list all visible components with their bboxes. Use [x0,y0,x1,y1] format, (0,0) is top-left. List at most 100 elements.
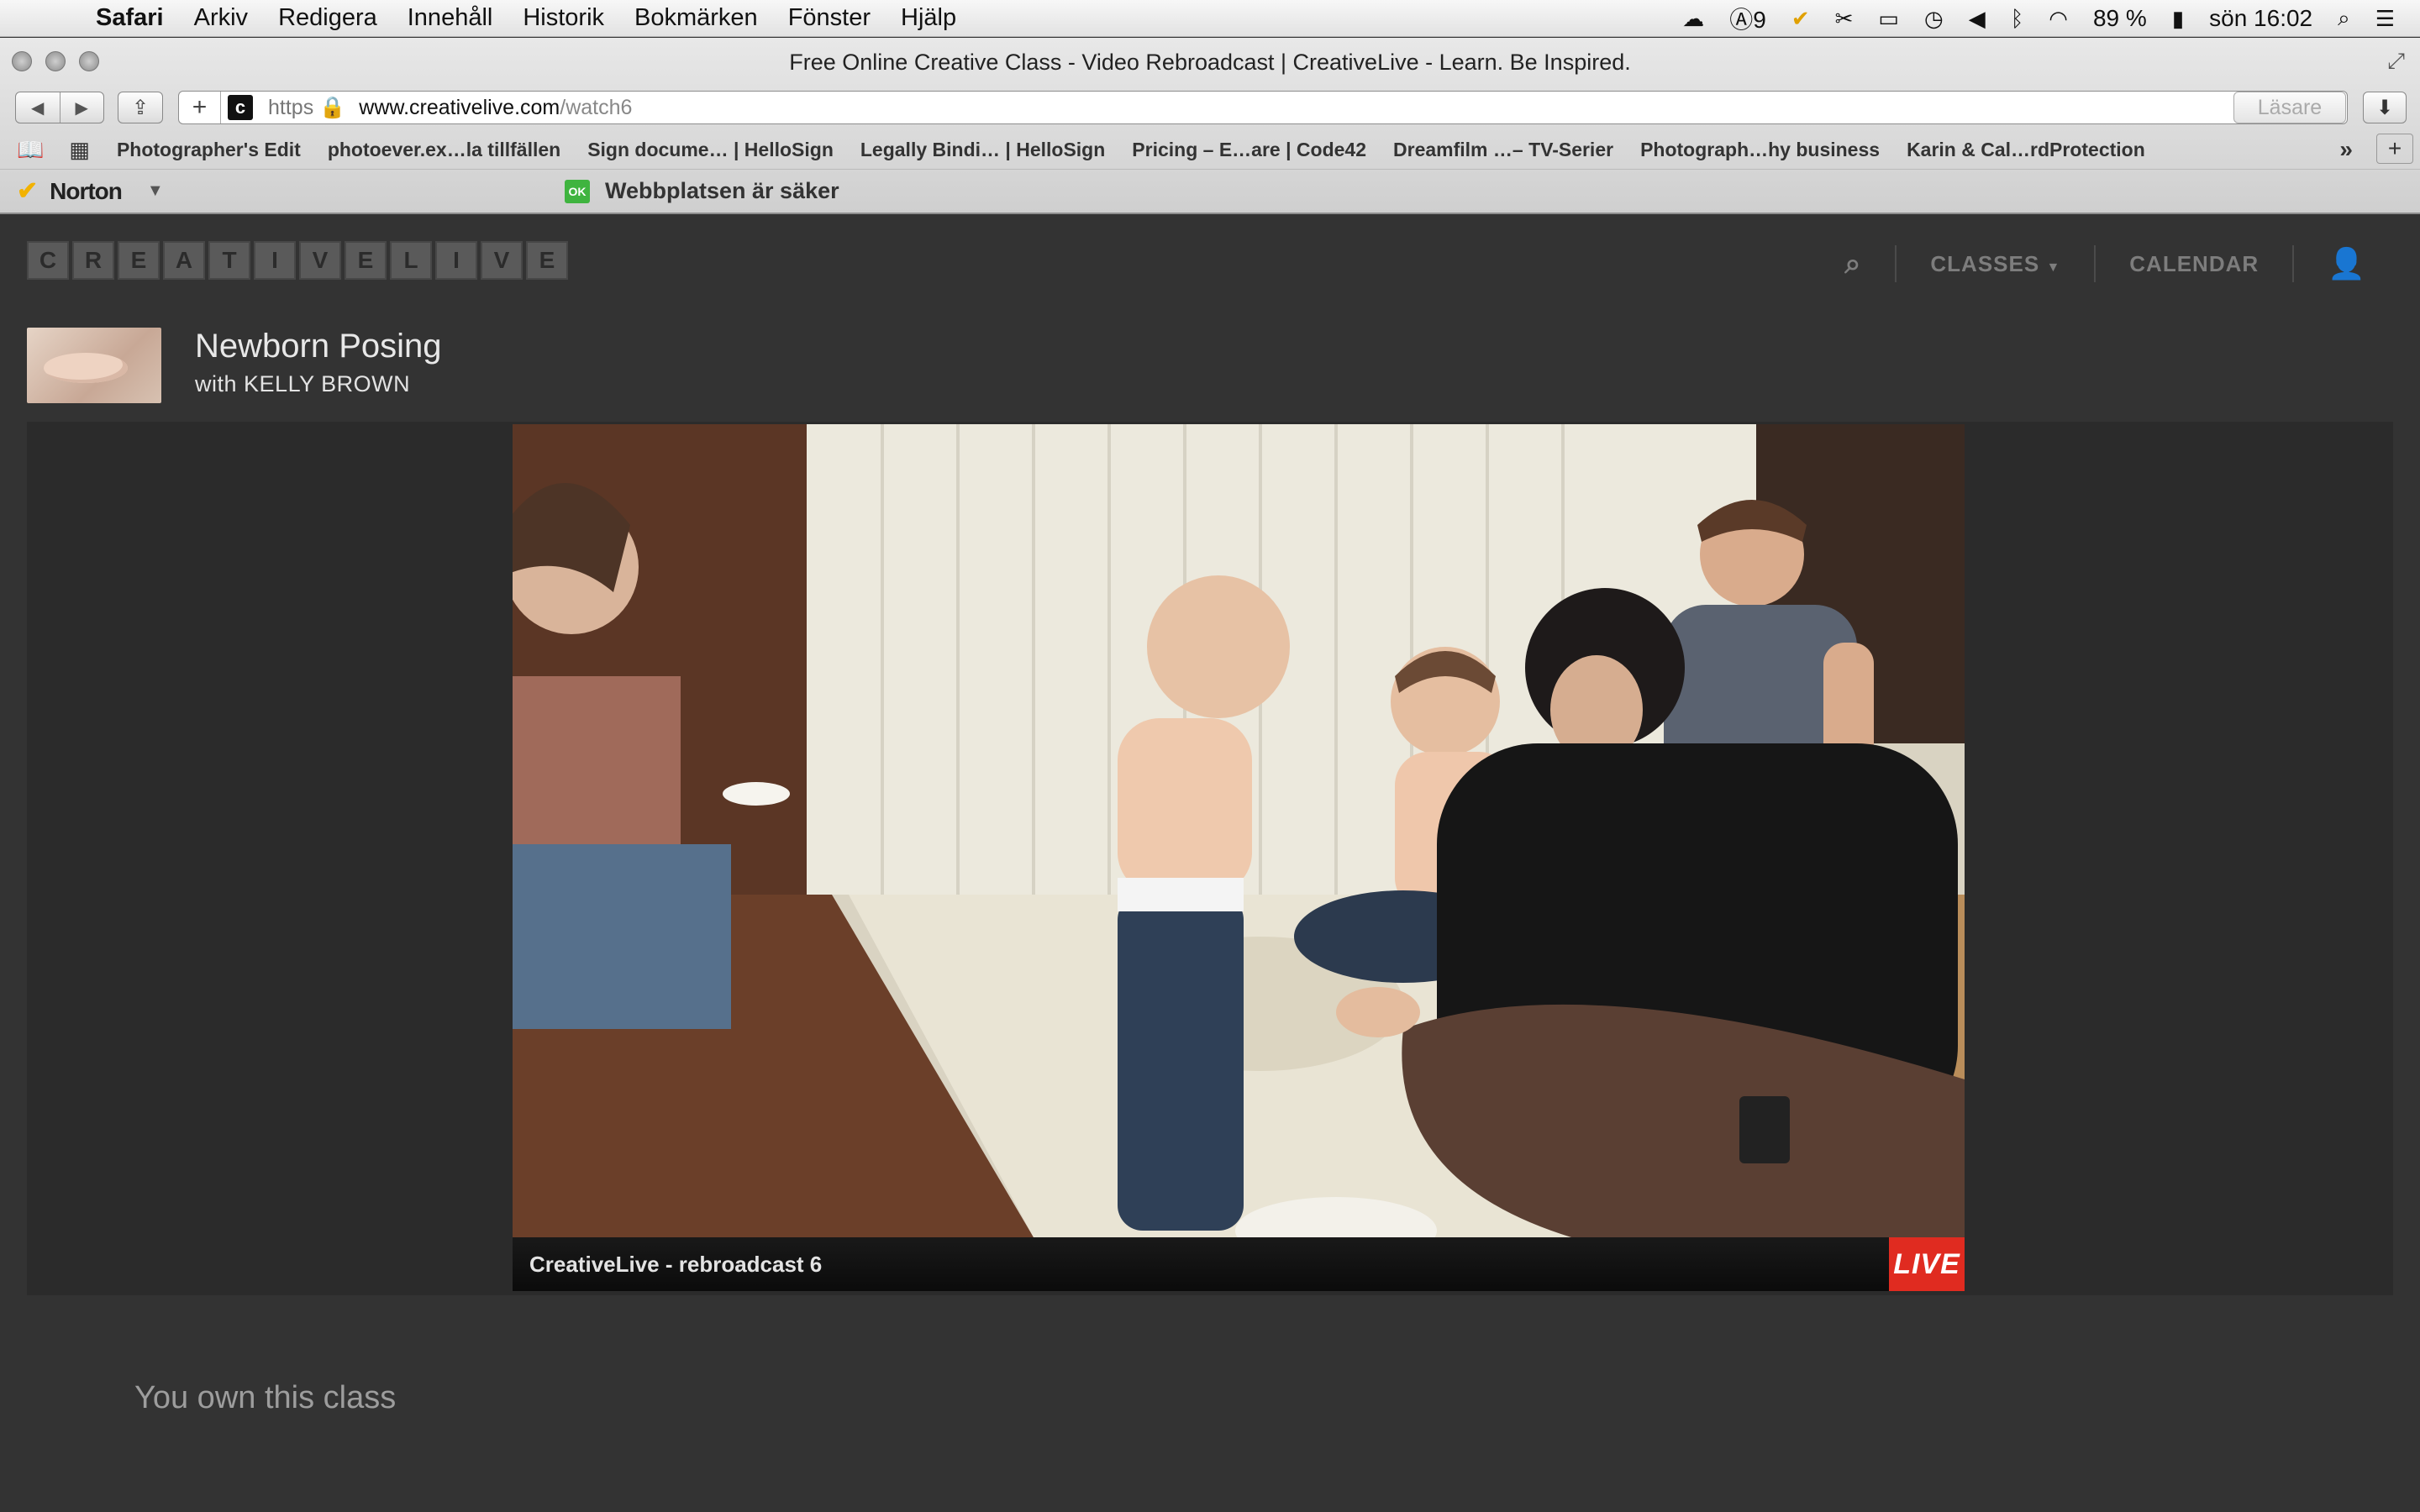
add-bookmark-icon[interactable]: + [179,92,221,123]
new-tab-button[interactable]: + [2376,134,2413,164]
logo-letter: T [208,241,250,280]
class-thumbnail[interactable] [27,328,161,403]
address-bar[interactable]: + c https 🔒 www.creativelive.com/watch6 … [178,91,2348,124]
wifi-icon[interactable]: ◠ [2049,6,2068,32]
class-title[interactable]: Newborn Posing [195,328,442,365]
menubar-status-area: ☁ Ⓐ9 ✔ ✂ ▭ ◷ ◀ ᛒ ◠ 89 % ▮ sön 16:02 ⌕ ☰ [1682,0,2395,37]
menu-app-safari[interactable]: Safari [96,4,164,32]
page-content: C R E A T I V E L I V E ⌕ CLASSES ▼ CALE… [0,216,2420,1512]
url-text[interactable]: www.creativelive.com/watch6 [359,96,632,120]
nav-classes[interactable]: CLASSES ▼ [1930,251,2060,277]
bookmark-item[interactable]: Pricing – E…are | Code42 [1132,139,1366,161]
tool-icon[interactable]: ✂ [1835,6,1854,32]
menu-historik[interactable]: Historik [523,4,604,32]
chevron-down-icon[interactable]: ▼ [147,181,164,201]
norton-menu-icon[interactable]: ✔ [1791,6,1810,32]
display-icon[interactable]: ▭ [1878,6,1899,32]
forward-button[interactable]: ▶ [60,92,104,123]
norton-check-icon: ✔ [17,177,39,205]
time-machine-icon[interactable]: ◷ [1924,6,1944,32]
user-icon[interactable]: 👤 [2328,246,2366,281]
menu-hjalp[interactable]: Hjälp [901,4,956,32]
url-host: www.creativelive.com [359,95,560,119]
battery-icon[interactable]: ▮ [2172,6,2184,32]
reading-list-icon[interactable]: 📖 [17,137,44,163]
downloads-icon[interactable]: ⬇ [2363,92,2407,123]
adobe-updates[interactable]: Ⓐ9 [1729,2,1766,35]
menu-arkiv[interactable]: Arkiv [194,4,248,32]
history-buttons: ◀ ▶ [15,92,104,123]
bookmark-item[interactable]: photoever.ex…la tillfällen [328,139,560,161]
logo-letter: I [435,241,477,280]
logo-letter: R [72,241,114,280]
bookmarks-bar: 📖 ▦ Photographer's Edit photoever.ex…la … [0,130,2420,169]
nav-divider [2292,245,2295,282]
close-window-button[interactable] [12,51,32,71]
notification-center-icon[interactable]: ☰ [2375,6,2395,32]
window-controls [12,51,99,71]
video-frame [513,424,1965,1237]
bookmark-item[interactable]: Legally Bindi… | HelloSign [860,139,1105,161]
top-sites-icon[interactable]: ▦ [69,137,90,163]
zoom-window-button[interactable] [79,51,99,71]
menu-bokmarken[interactable]: Bokmärken [634,4,758,32]
nav-divider [1895,245,1897,282]
adobe-icon: Ⓐ [1729,7,1754,33]
logo-letter: I [254,241,296,280]
norton-label[interactable]: Norton [50,178,123,205]
logo-letter: V [299,241,341,280]
url-scheme: https 🔒 [268,95,346,119]
logo-letter: L [390,241,432,280]
menu-redigera[interactable]: Redigera [278,4,377,32]
back-button[interactable]: ◀ [16,92,60,123]
video-player[interactable] [513,424,1965,1237]
logo-letter: V [481,241,523,280]
logo-letter: E [526,241,568,280]
bookmark-item[interactable]: Photographer's Edit [117,139,301,161]
mac-menubar: Safari Arkiv Redigera Innehåll Historik … [0,0,2420,37]
creativelive-logo[interactable]: C R E A T I V E L I V E [27,241,568,280]
spotlight-search-icon[interactable]: ⌕ [2338,5,2350,32]
menubar-clock[interactable]: sön 16:02 [2209,5,2312,32]
logo-letter: E [118,241,160,280]
nav-calendar[interactable]: CALENDAR [2129,251,2259,277]
url-path: /watch6 [560,95,633,119]
instructor-name[interactable]: KELLY BROWN [244,371,410,396]
video-info-bar: CreativeLive - rebroadcast 6 LIVE [513,1237,1965,1291]
bookmark-item[interactable]: Karin & Cal…rdProtection [1907,139,2145,161]
bluetooth-icon[interactable]: ᛒ [2011,6,2024,32]
minimize-window-button[interactable] [45,51,66,71]
browser-chrome: Free Online Creative Class - Video Rebro… [0,38,2420,214]
search-icon[interactable]: ⌕ [1844,248,1861,281]
volume-icon[interactable]: ◀ [1969,6,1986,32]
creative-cloud-icon[interactable]: ☁ [1682,6,1704,32]
browser-toolbar: ◀ ▶ ⇪ + c https 🔒 www.creativelive.com/w… [0,87,2420,130]
site-nav: ⌕ CLASSES ▼ CALENDAR 👤 [1844,241,2366,286]
fullscreen-icon[interactable]: ⤢ [2387,48,2405,75]
logo-letter: E [345,241,387,280]
live-badge: LIVE [1889,1237,1965,1291]
bookmark-item[interactable]: Dreamfilm …– TV-Serier [1393,139,1613,161]
class-instructor: with KELLY BROWN [195,371,411,396]
logo-letter: C [27,241,69,280]
adobe-count: 9 [1753,7,1766,33]
norton-toolbar: ✔ Norton ▼ OK Webbplatsen är säker [0,169,2420,213]
battery-percent: 89 % [2092,5,2147,31]
window-title: Free Online Creative Class - Video Rebro… [789,49,1631,75]
nav-divider [2094,245,2096,282]
site-favicon: c [228,95,253,120]
chevron-down-icon: ▼ [2046,260,2061,275]
bookmark-item[interactable]: Sign docume… | HelloSign [587,139,834,161]
bookmark-item[interactable]: Photograph…hy business [1640,139,1880,161]
reader-button[interactable]: Läsare [2233,92,2346,123]
lock-icon: 🔒 [319,95,346,119]
norton-site-status: Webbplatsen är säker [605,178,839,203]
share-button[interactable]: ⇪ [118,92,163,123]
menu-fonster[interactable]: Fönster [788,4,871,32]
window-titlebar: Free Online Creative Class - Video Rebro… [0,38,2420,87]
logo-letter: A [163,241,205,280]
menu-innehall[interactable]: Innehåll [408,4,493,32]
norton-ok-badge: OK [565,180,590,203]
video-title: CreativeLive - rebroadcast 6 [529,1251,823,1277]
more-bookmarks-icon[interactable]: » [2339,136,2353,163]
